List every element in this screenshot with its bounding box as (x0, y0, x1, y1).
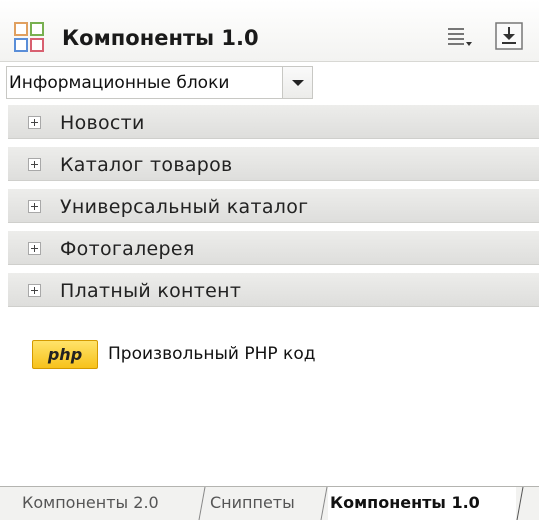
php-badge-text: php (47, 345, 83, 364)
expand-icon[interactable] (28, 200, 41, 213)
components-panel: Компоненты 1.0 Информационные блоки Ново… (0, 0, 539, 520)
dropdown-value: Информационные блоки (9, 73, 230, 93)
block-type-dropdown[interactable]: Информационные блоки (6, 66, 313, 99)
expand-icon[interactable] (28, 242, 41, 255)
group-news[interactable]: Новости (8, 105, 539, 139)
group-catalog[interactable]: Каталог товаров (8, 147, 539, 181)
tab-divider (320, 487, 328, 520)
tab-snippets[interactable]: Сниппеты (206, 487, 321, 520)
component-groups: Новости Каталог товаров Универсальный ка… (8, 105, 539, 315)
panel-header: Компоненты 1.0 (0, 0, 539, 62)
download-icon[interactable] (495, 22, 523, 50)
group-photogallery[interactable]: Фотогалерея (8, 231, 539, 265)
tab-components-1[interactable]: Компоненты 1.0 (328, 487, 516, 520)
chevron-down-icon[interactable] (282, 67, 312, 98)
tab-divider (516, 487, 524, 520)
bottom-tabbar: Компоненты 2.0 Сниппеты Компоненты 1.0 (0, 486, 539, 520)
expand-icon[interactable] (28, 116, 41, 129)
group-label: Каталог товаров (60, 154, 233, 176)
group-universal-catalog[interactable]: Универсальный каталог (8, 189, 539, 223)
group-label: Универсальный каталог (60, 196, 309, 218)
group-label: Фотогалерея (60, 238, 195, 260)
expand-icon[interactable] (28, 158, 41, 171)
component-label: Произвольный PHP код (108, 344, 316, 364)
expand-icon[interactable] (28, 284, 41, 297)
panel-title: Компоненты 1.0 (62, 26, 259, 50)
group-paid-content[interactable]: Платный контент (8, 273, 539, 307)
tab-components-2[interactable]: Компоненты 2.0 (12, 487, 200, 520)
list-view-icon[interactable] (446, 24, 472, 50)
components-grid-icon (14, 22, 44, 52)
group-label: Новости (60, 112, 145, 134)
php-icon: php (32, 340, 98, 369)
group-label: Платный контент (60, 280, 242, 302)
tab-divider (198, 487, 206, 520)
